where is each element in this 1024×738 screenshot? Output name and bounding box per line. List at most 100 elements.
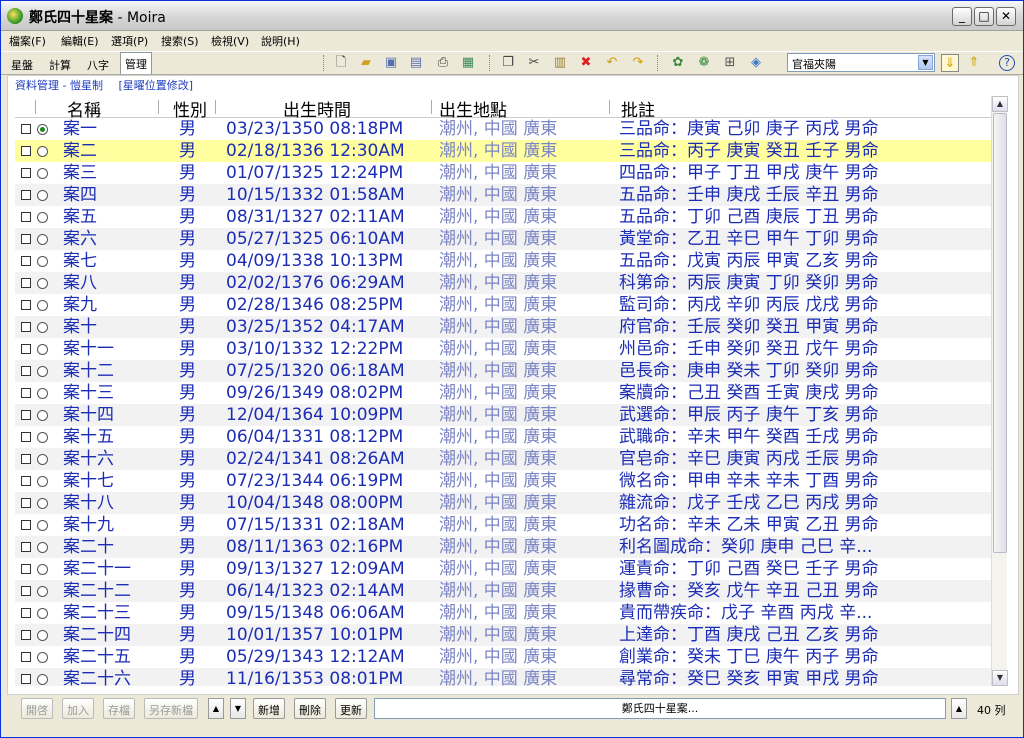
table-row[interactable]: 案十八 男 10/04/1348 08:00PM 潮州, 中國 廣東 雜流命：戊子 壬戌… <box>15 492 991 514</box>
scroll-thumb[interactable] <box>993 113 1007 553</box>
table-row[interactable]: 案十五 男 06/04/1331 08:12PM 潮州, 中國 廣東 武職命：辛未 甲午… <box>15 426 991 448</box>
chart-settings-icon[interactable]: ❁ <box>695 54 713 72</box>
save-icon[interactable]: ▣ <box>382 54 400 72</box>
row-radio[interactable] <box>37 212 48 223</box>
save-as-icon[interactable]: ▤ <box>407 54 425 72</box>
row-radio[interactable] <box>37 168 48 179</box>
undo-icon[interactable]: ↶ <box>603 54 621 72</box>
row-checkbox[interactable] <box>21 388 31 398</box>
menu-help[interactable]: 說明(H) <box>261 33 300 49</box>
table-row[interactable]: 案二 男 02/18/1336 12:30AM 潮州, 中國 廣東 三品命：丙子 庚寅 … <box>15 140 991 162</box>
row-checkbox[interactable] <box>21 652 31 662</box>
row-checkbox[interactable] <box>21 586 31 596</box>
print-preview-icon[interactable]: ▦ <box>459 54 477 72</box>
grid-icon[interactable]: ⊞ <box>721 54 739 72</box>
row-radio[interactable] <box>37 674 48 685</box>
row-checkbox[interactable] <box>21 256 31 266</box>
row-radio[interactable] <box>37 278 48 289</box>
table-row[interactable]: 案十三 男 09/26/1349 08:02PM 潮州, 中國 廣東 案牘命：己丑 癸酉… <box>15 382 991 404</box>
chart-icon[interactable]: ✿ <box>669 54 687 72</box>
row-checkbox[interactable] <box>21 498 31 508</box>
row-checkbox[interactable] <box>21 476 31 486</box>
help-icon[interactable]: ? <box>999 55 1015 71</box>
tab-calculate[interactable]: 計算 <box>45 54 75 73</box>
row-checkbox[interactable] <box>21 564 31 574</box>
open-icon[interactable]: ▰ <box>357 54 375 72</box>
delete-button[interactable]: 刪除 <box>294 698 326 719</box>
row-radio[interactable] <box>37 300 48 311</box>
row-radio[interactable] <box>37 388 48 399</box>
row-radio[interactable] <box>37 498 48 509</box>
row-checkbox[interactable] <box>21 344 31 354</box>
maximize-button[interactable]: □ <box>974 7 994 26</box>
row-checkbox[interactable] <box>21 542 31 552</box>
row-radio[interactable] <box>37 454 48 465</box>
table-row[interactable]: 案十四 男 12/04/1364 10:09PM 潮州, 中國 廣東 武選命：甲辰 丙子… <box>15 404 991 426</box>
row-radio[interactable] <box>37 564 48 575</box>
collapse-up-icon[interactable]: ▲ <box>951 698 967 719</box>
save-button[interactable]: 存檔 <box>103 698 135 719</box>
new-icon[interactable]: 🗋 <box>332 54 350 72</box>
row-radio[interactable] <box>37 652 48 663</box>
update-button[interactable]: 更新 <box>335 698 367 719</box>
row-radio[interactable] <box>37 630 48 641</box>
table-row[interactable]: 案十九 男 07/15/1331 02:18AM 潮州, 中國 廣東 功名命：辛未 乙未… <box>15 514 991 536</box>
menu-options[interactable]: 選項(P) <box>111 33 148 49</box>
table-row[interactable]: 案十一 男 03/10/1332 12:22PM 潮州, 中國 廣東 州邑命：壬申 癸卯… <box>15 338 991 360</box>
table-row[interactable]: 案二十一 男 09/13/1327 12:09AM 潮州, 中國 廣東 運責命：丁卯 己… <box>15 558 991 580</box>
star-position-edit-link[interactable]: [星曜位置修改] <box>118 79 193 92</box>
scroll-up-icon[interactable]: ▲ <box>992 96 1008 112</box>
row-radio[interactable] <box>37 256 48 267</box>
table-row[interactable]: 案十二 男 07/25/1320 06:18AM 潮州, 中國 廣東 邑長命：庚申 癸未… <box>15 360 991 382</box>
table-row[interactable]: 案二十六 男 11/16/1353 08:01PM 潮州, 中國 廣東 尋常命：癸巳 癸… <box>15 668 991 686</box>
row-radio[interactable] <box>37 586 48 597</box>
table-row[interactable]: 案十七 男 07/23/1344 06:19PM 潮州, 中國 廣東 微名命：甲申 辛未… <box>15 470 991 492</box>
star-pattern-select[interactable]: 官福夾陽 ▼ <box>787 53 935 72</box>
row-checkbox[interactable] <box>21 124 31 134</box>
search-down-icon[interactable]: ⇓ <box>941 54 959 72</box>
close-button[interactable]: ✕ <box>996 7 1016 26</box>
tab-chart[interactable]: 星盤 <box>7 54 37 73</box>
row-radio[interactable] <box>37 432 48 443</box>
table-row[interactable]: 案二十四 男 10/01/1357 10:01PM 潮州, 中國 廣東 上達命：丁酉 庚… <box>15 624 991 646</box>
table-row[interactable]: 案七 男 04/09/1338 10:13PM 潮州, 中國 廣東 五品命：戊寅 丙辰 … <box>15 250 991 272</box>
search-up-icon[interactable]: ⇑ <box>965 54 983 72</box>
breadcrumb-data-manage[interactable]: 資料管理 - 愷星制 <box>15 79 103 92</box>
table-row[interactable]: 案八 男 02/02/1376 06:29AM 潮州, 中國 廣東 科第命：丙辰 庚寅 … <box>15 272 991 294</box>
row-checkbox[interactable] <box>21 432 31 442</box>
copy-icon[interactable]: ❐ <box>499 54 517 72</box>
table-row[interactable]: 案一 男 03/23/1350 08:18PM 潮州, 中國 廣東 三品命：庚寅 己卯 … <box>15 118 991 140</box>
row-checkbox[interactable] <box>21 520 31 530</box>
row-radio[interactable] <box>37 124 48 135</box>
menu-view[interactable]: 檢視(V) <box>211 33 249 49</box>
row-radio[interactable] <box>37 542 48 553</box>
row-checkbox[interactable] <box>21 674 31 684</box>
move-up-icon[interactable]: ▲ <box>208 698 224 719</box>
table-row[interactable]: 案二十五 男 05/29/1343 12:12AM 潮州, 中國 廣東 創業命：癸未 丁… <box>15 646 991 668</box>
menu-edit[interactable]: 編輯(E) <box>61 33 99 49</box>
row-radio[interactable] <box>37 608 48 619</box>
move-down-icon[interactable]: ▼ <box>230 698 246 719</box>
row-checkbox[interactable] <box>21 300 31 310</box>
save-as-button[interactable]: 另存新檔 <box>144 698 198 719</box>
row-checkbox[interactable] <box>21 322 31 332</box>
menu-search[interactable]: 搜索(S) <box>161 33 199 49</box>
row-checkbox[interactable] <box>21 608 31 618</box>
row-radio[interactable] <box>37 190 48 201</box>
redo-icon[interactable]: ↷ <box>629 54 647 72</box>
record-name-field[interactable]: 鄭氏四十星案... <box>374 698 946 719</box>
table-row[interactable]: 案五 男 08/31/1327 02:11AM 潮州, 中國 廣東 五品命：丁卯 己酉 … <box>15 206 991 228</box>
row-checkbox[interactable] <box>21 168 31 178</box>
scroll-down-icon[interactable]: ▼ <box>992 670 1008 686</box>
title-bar[interactable]: 鄭氏四十星案 - Moira _ □ ✕ <box>1 1 1023 31</box>
menu-file[interactable]: 檔案(F) <box>9 33 46 49</box>
row-checkbox[interactable] <box>21 212 31 222</box>
vertical-scrollbar[interactable]: ▲ ▼ <box>991 96 1008 686</box>
cut-icon[interactable]: ✂ <box>525 54 543 72</box>
table-row[interactable]: 案四 男 10/15/1332 01:58AM 潮州, 中國 廣東 五品命：壬申 庚戌 … <box>15 184 991 206</box>
table-row[interactable]: 案六 男 05/27/1325 06:10AM 潮州, 中國 廣東 黃堂命：乙丑 辛巳 … <box>15 228 991 250</box>
table-row[interactable]: 案三 男 01/07/1325 12:24PM 潮州, 中國 廣東 四品命：甲子 丁丑 … <box>15 162 991 184</box>
table-row[interactable]: 案二十二 男 06/14/1323 02:14AM 潮州, 中國 廣東 掾曹命：癸亥 戊… <box>15 580 991 602</box>
palette-icon[interactable]: ◈ <box>747 54 765 72</box>
row-radio[interactable] <box>37 344 48 355</box>
